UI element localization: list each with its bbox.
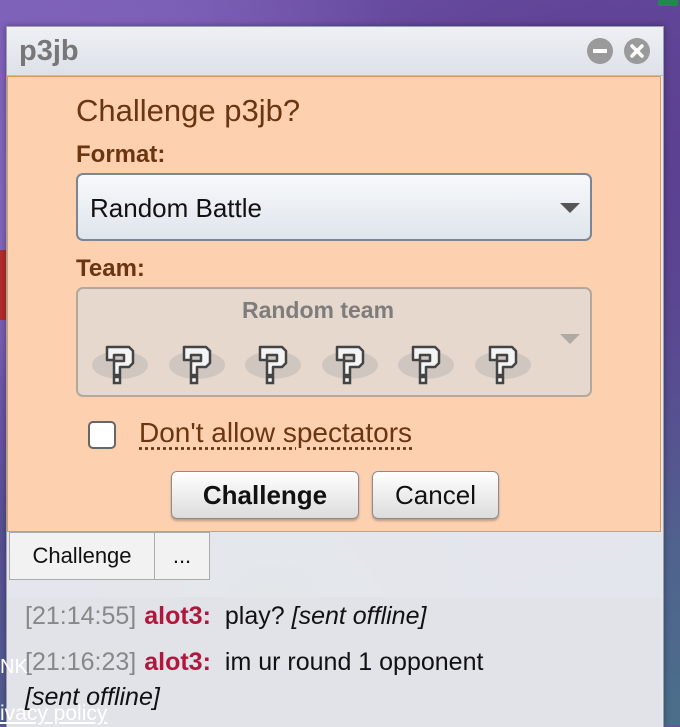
message-text: im ur round 1 opponent xyxy=(224,648,484,676)
challenge-button[interactable]: Challenge xyxy=(171,471,359,519)
challenge-heading: Challenge p3jb? xyxy=(76,93,301,128)
message-timestamp: [21:16:23] xyxy=(25,648,137,676)
message-text: play? xyxy=(224,602,285,630)
cancel-button[interactable]: Cancel xyxy=(372,471,499,519)
challenge-toolbar-button[interactable]: Challenge xyxy=(9,532,155,580)
window-title: p3jb xyxy=(19,35,79,67)
unknown-pokemon-icon xyxy=(396,335,456,393)
chevron-down-icon xyxy=(560,203,580,213)
format-select[interactable]: Random Battle xyxy=(76,173,592,241)
spectators-label[interactable]: Don't allow spectators xyxy=(139,417,412,449)
format-label: Format: xyxy=(76,141,166,168)
chat-message: [21:14:55] alot3: play? [sent offline] xyxy=(25,602,426,631)
unknown-pokemon-icon xyxy=(320,335,380,393)
team-label: Team: xyxy=(76,255,145,282)
chevron-down-icon xyxy=(560,334,580,344)
message-timestamp: [21:14:55] xyxy=(25,602,137,630)
team-value: Random team xyxy=(241,297,395,323)
unknown-pokemon-icon xyxy=(167,335,227,393)
message-username[interactable]: alot3: xyxy=(144,648,211,676)
unknown-pokemon-icon xyxy=(473,335,533,393)
chat-message: [21:16:23] alot3: im ur round 1 opponent xyxy=(25,648,483,677)
unknown-pokemon-icon xyxy=(243,335,303,393)
team-select[interactable]: Random team xyxy=(76,287,592,397)
challenge-panel: Challenge p3jb? Format: Random Battle Te… xyxy=(7,76,661,532)
close-icon xyxy=(630,44,644,58)
window-titlebar: p3jb xyxy=(7,27,663,76)
spectators-checkbox[interactable] xyxy=(88,421,116,449)
unknown-pokemon-icon xyxy=(90,335,150,393)
privacy-policy-link[interactable]: ivacy policy xyxy=(0,702,107,726)
minimize-button[interactable] xyxy=(587,38,613,64)
minus-icon xyxy=(593,49,607,53)
message-username[interactable]: alot3: xyxy=(144,602,211,630)
format-value: Random Battle xyxy=(90,193,262,223)
background-link-fragment[interactable]: NK xyxy=(0,656,28,679)
pm-window: p3jb Challenge p3jb? Format: Random Batt… xyxy=(6,26,664,727)
offline-note: [sent offline] xyxy=(291,602,427,630)
more-options-button[interactable]: ... xyxy=(154,532,210,580)
close-button[interactable] xyxy=(624,38,650,64)
background-corner-accent xyxy=(658,0,678,6)
